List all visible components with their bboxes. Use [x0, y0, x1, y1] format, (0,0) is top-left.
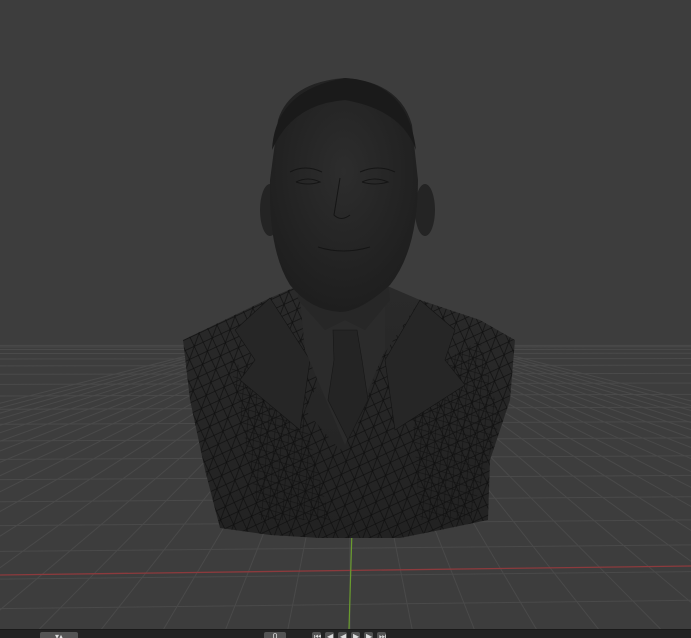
play-icon[interactable]: ▶ — [351, 632, 360, 638]
current-frame-field[interactable]: 0 — [264, 632, 286, 638]
play-reverse-icon[interactable]: ◀ — [338, 632, 347, 638]
bust-model[interactable] — [183, 78, 515, 538]
grid-line-h — [0, 545, 691, 552]
bust-ear-right — [415, 184, 435, 236]
grid-line-h — [0, 572, 691, 579]
grid-line-h — [0, 600, 691, 608]
next-keyframe-icon[interactable]: ▶ — [364, 632, 373, 638]
3d-viewport[interactable] — [0, 0, 691, 629]
jump-end-icon[interactable]: ⏭ — [377, 632, 386, 638]
jump-start-icon[interactable]: ⏮ — [312, 632, 321, 638]
viewport-canvas[interactable] — [0, 0, 691, 629]
keyframe-insert-dropdown[interactable]: ▾▴ — [40, 632, 78, 638]
prev-keyframe-icon[interactable]: ◀ — [325, 632, 334, 638]
x-axis-line — [0, 566, 691, 575]
